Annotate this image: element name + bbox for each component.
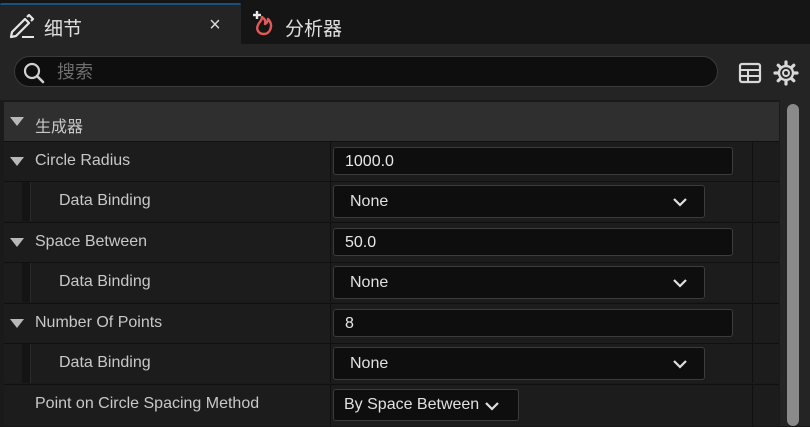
spacing-method-dropdown[interactable]: By Space Between xyxy=(333,389,519,421)
tab-analyzer[interactable]: 分析器 xyxy=(244,3,384,44)
property-row-data-binding: Data Binding None xyxy=(4,343,779,383)
space-between-input[interactable]: 50.0 xyxy=(333,228,733,256)
expand-arrow-icon[interactable] xyxy=(10,238,24,247)
search-row xyxy=(0,44,810,100)
details-panel: 生成器 Circle Radius 1000.0 Data Binding No… xyxy=(0,100,780,427)
property-label: Circle Radius xyxy=(35,152,131,169)
property-row-spacing-method: Point on Circle Spacing Method By Space … xyxy=(4,384,779,427)
chevron-down-icon xyxy=(485,402,499,411)
property-label: Number Of Points xyxy=(35,314,163,331)
category-header[interactable]: 生成器 xyxy=(4,102,779,141)
circle-radius-input[interactable]: 1000.0 xyxy=(333,147,733,175)
scrollbar-thumb[interactable] xyxy=(787,104,799,426)
expand-arrow-icon[interactable] xyxy=(10,319,24,328)
property-row-circle-radius: Circle Radius 1000.0 xyxy=(4,141,779,181)
collapse-arrow-icon[interactable] xyxy=(10,117,24,126)
expand-arrow-icon[interactable] xyxy=(10,157,24,166)
property-label: Data Binding xyxy=(59,354,151,371)
property-label: Space Between xyxy=(35,233,148,250)
number-of-points-input[interactable]: 8 xyxy=(333,309,733,337)
data-binding-dropdown[interactable]: None xyxy=(333,347,705,380)
tab-details[interactable]: 细节 × xyxy=(0,3,241,44)
property-label: Point on Circle Spacing Method xyxy=(35,395,260,412)
data-binding-dropdown[interactable]: None xyxy=(333,185,705,218)
analyzer-flame-icon xyxy=(253,11,273,36)
chevron-down-icon xyxy=(673,360,687,369)
chevron-down-icon xyxy=(673,198,687,207)
property-label: Data Binding xyxy=(59,192,151,209)
search-box[interactable] xyxy=(14,56,718,87)
tab-details-label: 细节 xyxy=(44,19,83,40)
search-icon xyxy=(23,62,45,84)
pencil-icon xyxy=(9,13,35,39)
property-row-space-between: Space Between 50.0 xyxy=(4,222,779,262)
gear-icon[interactable] xyxy=(773,60,799,86)
tab-bar: 细节 × 分析器 xyxy=(0,0,810,44)
property-row-data-binding: Data Binding None xyxy=(4,262,779,302)
search-input[interactable] xyxy=(55,60,709,85)
property-label: Data Binding xyxy=(59,273,151,290)
tab-analyzer-label: 分析器 xyxy=(285,19,343,40)
data-binding-dropdown[interactable]: None xyxy=(333,266,705,299)
property-row-data-binding: Data Binding None xyxy=(4,181,779,221)
category-label: 生成器 xyxy=(35,119,84,136)
chevron-down-icon xyxy=(673,279,687,288)
property-row-number-of-points: Number Of Points 8 xyxy=(4,303,779,343)
close-icon[interactable]: × xyxy=(205,13,225,37)
table-icon[interactable] xyxy=(737,60,763,86)
